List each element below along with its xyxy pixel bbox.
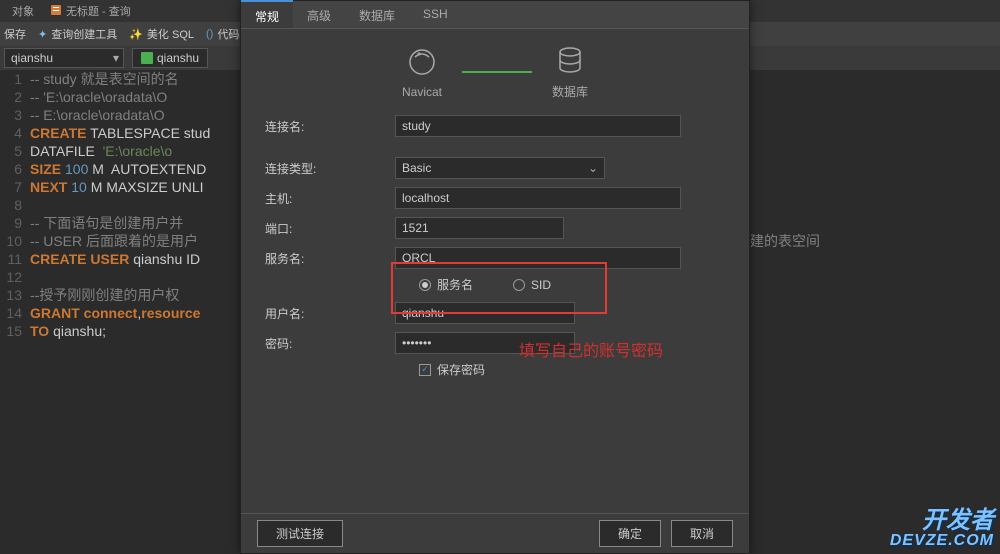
label-pass: 密码: [265,335,395,352]
save-button[interactable]: 保存 [4,26,26,42]
ok-button[interactable]: 确定 [599,520,661,547]
database-label: 数据库 [552,83,588,100]
navicat-label: Navicat [402,85,442,99]
tab-ssh[interactable]: SSH [409,1,462,28]
connection-select[interactable]: qianshu [4,48,124,68]
dialog-footer: 测试连接 确定 取消 [241,513,749,553]
radio-icon [513,279,525,291]
navicat-icon [405,45,439,79]
dialog-header: Navicat 数据库 [241,29,749,108]
select-conn-type[interactable]: Basic [395,157,605,179]
checkbox-save-pass[interactable]: ✓ 保存密码 [419,361,725,378]
label-service: 服务名: [265,250,395,267]
db-icon [141,52,153,64]
tab-objects[interactable]: 对象 [4,1,42,21]
input-host[interactable] [395,187,681,209]
tab-database[interactable]: 数据库 [345,1,409,28]
label-host: 主机: [265,190,395,207]
form: 连接名: 连接类型: Basic 主机: 端口: 服务名: 服务名 SID 用户… [241,108,749,384]
connection-db[interactable]: qianshu [132,48,208,68]
watermark: 开发者 DEVZE.COM [890,510,994,548]
label-user: 用户名: [265,305,395,322]
label-conn-type: 连接类型: [265,160,395,177]
input-service[interactable] [395,247,681,269]
query-icon [50,4,62,19]
label-conn-name: 连接名: [265,118,395,135]
beautify-button[interactable]: ✨美化 SQL [129,26,194,42]
dialog-tabs: 常规 高级 数据库 SSH [241,1,749,29]
input-user[interactable] [395,302,575,324]
builder-button[interactable]: ✦查询创建工具 [38,26,117,42]
tab-general[interactable]: 常规 [241,0,293,28]
tab-query[interactable]: 无标题 - 查询 [42,1,139,21]
radio-icon [419,279,431,291]
connector-line-icon [462,71,532,73]
radio-service-name[interactable]: 服务名 [419,276,473,293]
check-icon: ✓ [419,364,431,376]
label-port: 端口: [265,220,395,237]
cancel-button[interactable]: 取消 [671,520,733,547]
database-icon [553,43,587,77]
radio-sid[interactable]: SID [513,276,551,293]
test-connection-button[interactable]: 测试连接 [257,520,343,547]
input-port[interactable] [395,217,564,239]
input-conn-name[interactable] [395,115,681,137]
tab-advanced[interactable]: 高级 [293,1,345,28]
annotation-text: 填写自己的账号密码 [519,337,663,361]
connection-dialog: 常规 高级 数据库 SSH Navicat 数据库 连接名: 连接类型: Bas… [240,0,750,554]
